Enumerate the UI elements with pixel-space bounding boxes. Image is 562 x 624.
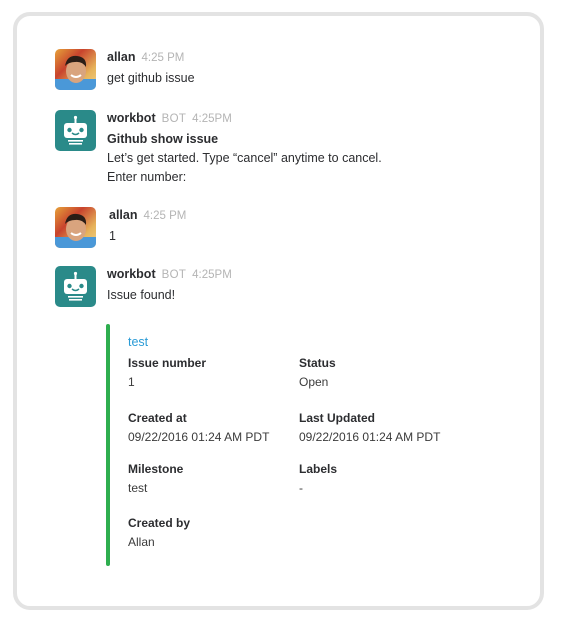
field-label: Last Updated	[299, 411, 376, 425]
user-avatar[interactable]	[55, 49, 96, 90]
field-created-by: Created by Allan	[128, 514, 190, 552]
issue-title-link[interactable]: test	[128, 335, 148, 349]
bot-badge: BOT	[161, 113, 187, 125]
field-labels: Labels -	[299, 460, 337, 498]
issue-attachment: test Issue number 1 Status Open Created …	[106, 324, 486, 566]
bot-badge: BOT	[161, 269, 187, 281]
field-value: 09/22/2016 01:24 AM PDT	[128, 430, 270, 444]
user-avatar[interactable]	[55, 207, 96, 248]
message-text: Issue found!	[107, 288, 176, 302]
field-label: Created by	[128, 516, 191, 530]
bot-avatar[interactable]	[55, 266, 96, 307]
field-label: Labels	[299, 462, 338, 476]
field-value: Open	[299, 375, 329, 389]
field-value: 09/22/2016 01:24 AM PDT	[299, 430, 441, 444]
user-photo-icon	[55, 55, 96, 90]
field-value: -	[299, 481, 303, 495]
robot-icon	[64, 115, 87, 145]
user-photo-icon	[55, 213, 96, 248]
field-value: Allan	[128, 535, 155, 549]
message-text: Enter number:	[107, 170, 187, 184]
field-created-at: Created at 09/22/2016 01:24 AM PDT	[128, 409, 269, 447]
field-issue-number: Issue number 1	[128, 354, 206, 392]
timestamp[interactable]: 4:25 PM	[144, 210, 187, 222]
attachment-accent-bar	[106, 324, 110, 566]
field-milestone: Milestone test	[128, 460, 183, 498]
field-last-updated: Last Updated 09/22/2016 01:24 AM PDT	[299, 409, 440, 447]
field-label: Issue number	[128, 356, 207, 370]
timestamp[interactable]: 4:25PM	[192, 113, 232, 125]
field-label: Created at	[128, 411, 187, 425]
sender-name[interactable]: allan	[109, 208, 138, 222]
field-label: Milestone	[128, 462, 184, 476]
field-value: 1	[128, 375, 135, 389]
field-label: Status	[299, 356, 336, 370]
bot-avatar[interactable]	[55, 110, 96, 151]
message-text: 1	[109, 229, 116, 243]
sender-name[interactable]: workbot	[107, 267, 156, 281]
message-text: Let’s get started. Type “cancel” anytime…	[107, 151, 382, 165]
sender-name[interactable]: workbot	[107, 111, 156, 125]
timestamp[interactable]: 4:25PM	[192, 269, 232, 281]
message-text: get github issue	[107, 71, 195, 85]
field-value: test	[128, 481, 148, 495]
sender-name[interactable]: allan	[107, 50, 136, 64]
message-title: Github show issue	[107, 132, 219, 146]
robot-icon	[64, 271, 87, 301]
field-status: Status Open	[299, 354, 336, 392]
timestamp[interactable]: 4:25 PM	[142, 52, 185, 64]
